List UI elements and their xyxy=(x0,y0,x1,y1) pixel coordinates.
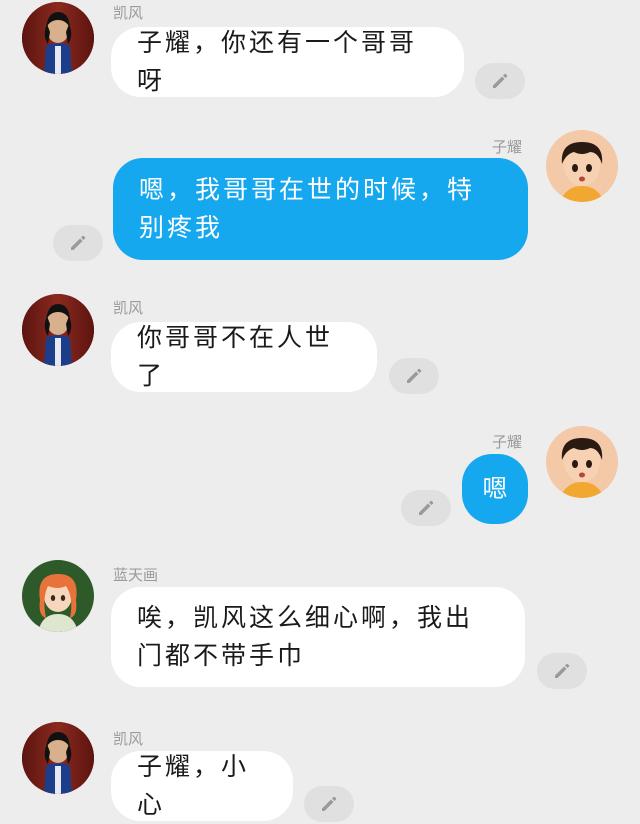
message-text: 唉，凯风这么细心啊，我出门都不带手巾 xyxy=(137,603,474,670)
lantianhua-avatar[interactable] xyxy=(22,560,94,632)
pencil-icon xyxy=(68,233,88,253)
sender-name: 凯风 xyxy=(113,730,144,748)
sender-name: 子耀 xyxy=(492,433,523,451)
pencil-icon xyxy=(490,71,510,91)
pencil-icon xyxy=(404,366,424,386)
edit-button[interactable] xyxy=(389,358,439,394)
edit-button[interactable] xyxy=(304,786,354,822)
pencil-icon xyxy=(416,498,436,518)
message-text: 子耀，你还有一个哥哥呀 xyxy=(137,28,418,95)
edit-button[interactable] xyxy=(53,225,103,261)
message-text: 子耀，小心 xyxy=(137,752,250,819)
message-text: 嗯 xyxy=(482,474,508,503)
edit-button[interactable] xyxy=(475,63,525,99)
ziyao-avatar[interactable] xyxy=(546,426,618,498)
message-bubble[interactable]: 嗯 xyxy=(462,454,528,524)
message-text: 嗯，我哥哥在世的时候，特别疼我 xyxy=(139,175,476,242)
message-bubble[interactable]: 唉，凯风这么细心啊，我出门都不带手巾 xyxy=(111,587,525,687)
sender-name: 凯风 xyxy=(113,4,144,22)
message-text: 你哥哥不在人世了 xyxy=(137,323,334,390)
kaifeng-avatar[interactable] xyxy=(22,722,94,794)
edit-button[interactable] xyxy=(401,490,451,526)
kaifeng-avatar[interactable] xyxy=(22,294,94,366)
message-bubble[interactable]: 子耀，小心 xyxy=(111,751,293,821)
pencil-icon xyxy=(552,661,572,681)
sender-name: 子耀 xyxy=(492,138,523,156)
sender-name: 凯风 xyxy=(113,299,144,317)
message-bubble[interactable]: 子耀，你还有一个哥哥呀 xyxy=(111,27,464,97)
pencil-icon xyxy=(319,794,339,814)
kaifeng-avatar[interactable] xyxy=(22,2,94,74)
sender-name: 蓝天画 xyxy=(113,566,159,584)
edit-button[interactable] xyxy=(537,653,587,689)
ziyao-avatar[interactable] xyxy=(546,130,618,202)
message-bubble[interactable]: 嗯，我哥哥在世的时候，特别疼我 xyxy=(113,158,528,260)
message-bubble[interactable]: 你哥哥不在人世了 xyxy=(111,322,377,392)
